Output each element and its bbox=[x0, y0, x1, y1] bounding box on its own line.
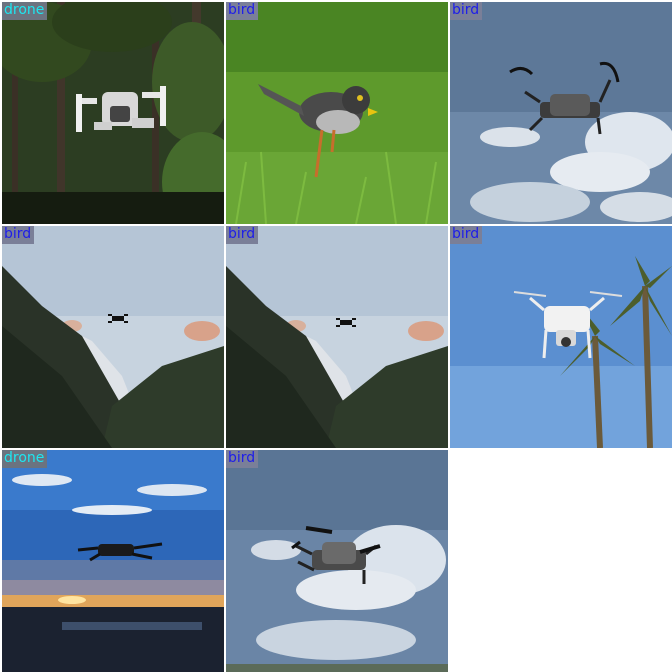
sunset-drone-image bbox=[2, 450, 224, 672]
tile-label: bird bbox=[450, 226, 483, 244]
sky-drone-image bbox=[450, 2, 672, 224]
image-tile-4[interactable]: bird bbox=[2, 226, 224, 448]
mountain-drone-image bbox=[2, 226, 224, 448]
forest-drone-image bbox=[2, 2, 224, 224]
tile-label: bird bbox=[450, 2, 483, 20]
tile-label: drone bbox=[2, 2, 48, 20]
tile-label: bird bbox=[226, 2, 259, 20]
sky-drone-image-2 bbox=[226, 450, 448, 672]
image-tile-2[interactable]: bird bbox=[226, 2, 448, 224]
image-tile-8[interactable]: bird bbox=[226, 450, 448, 672]
image-tile-6[interactable]: bird bbox=[450, 226, 672, 448]
image-tile-7[interactable]: drone bbox=[2, 450, 224, 672]
image-tile-1[interactable]: drone bbox=[2, 2, 224, 224]
image-tile-3[interactable]: bird bbox=[450, 2, 672, 224]
grass-bird-image bbox=[226, 2, 448, 224]
tile-label: bird bbox=[226, 450, 259, 468]
image-grid: drone bird bird bird bird bird drone bir… bbox=[0, 0, 672, 672]
palm-drone-image bbox=[450, 226, 672, 448]
tile-label: drone bbox=[2, 450, 48, 468]
tile-label: bird bbox=[226, 226, 259, 244]
tile-label: bird bbox=[2, 226, 35, 244]
image-tile-5[interactable]: bird bbox=[226, 226, 448, 448]
mountain-drone-image bbox=[226, 226, 448, 448]
